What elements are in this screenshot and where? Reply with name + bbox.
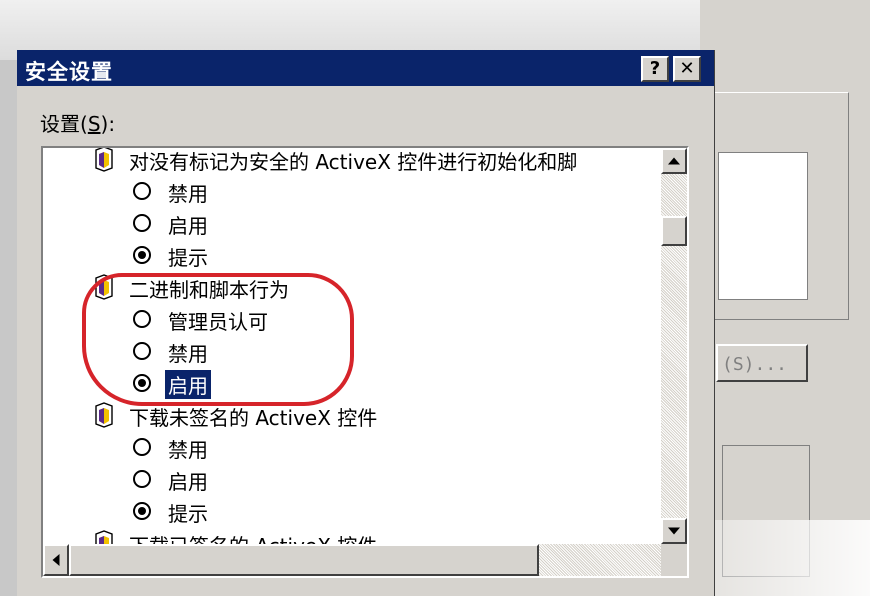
security-setting-icon [93,402,115,428]
settings-option-label: 提示 [168,246,208,270]
scroll-down-button[interactable] [661,518,687,544]
settings-label-accesskey: S [87,112,101,136]
settings-label-text: 设置 [40,112,80,136]
radio-button-checked[interactable] [133,502,151,520]
settings-option-label: 禁用 [168,438,208,462]
security-setting-icon [93,148,115,172]
settings-category-label: 下载未签名的 ActiveX 控件 [129,406,378,430]
radio-button[interactable] [133,470,151,488]
settings-category[interactable]: 对没有标记为安全的 ActiveX 控件进行初始化和脚 [43,148,663,174]
help-button[interactable]: ? [641,56,669,82]
arrow-up-icon [668,157,680,165]
radio-button[interactable] [133,214,151,232]
arrow-left-icon [52,554,60,566]
scroll-left-button[interactable] [43,544,69,576]
vertical-scrollbar[interactable] [661,148,687,544]
dialog-title: 安全设置 [25,60,113,84]
horizontal-scrollbar[interactable] [43,544,663,576]
scroll-up-button[interactable] [661,148,687,174]
settings-option-label: 启用 [168,214,208,238]
settings-label: 设置(S): [40,112,116,136]
settings-option-label: 启用 [168,470,208,494]
titlebar: 安全设置 ? ✕ [17,50,714,86]
settings-option[interactable]: 禁用 [43,176,443,206]
scrollbar-corner [661,544,687,576]
background-list [718,152,808,300]
settings-option[interactable]: 禁用 [43,432,443,462]
background-settings-button[interactable]: (S)... [716,344,808,382]
settings-option-label: 禁用 [168,182,208,206]
arrow-down-icon [668,527,680,535]
settings-option[interactable]: 启用 [43,464,443,494]
horizontal-scroll-thumb[interactable] [69,544,539,576]
radio-button[interactable] [133,438,151,456]
settings-option[interactable]: 提示 [43,240,443,270]
radio-button-checked[interactable] [133,246,151,264]
settings-label-suffix: ): [100,112,116,136]
close-button[interactable]: ✕ [673,56,701,82]
vertical-scroll-thumb[interactable] [661,216,687,246]
settings-category-label: 对没有标记为安全的 ActiveX 控件进行初始化和脚 [129,150,578,174]
settings-option[interactable]: 启用 [43,208,443,238]
settings-option-label: 提示 [168,502,208,526]
radio-button[interactable] [133,182,151,200]
settings-option[interactable]: 提示 [43,496,443,526]
annotation-red-circle [82,273,354,406]
